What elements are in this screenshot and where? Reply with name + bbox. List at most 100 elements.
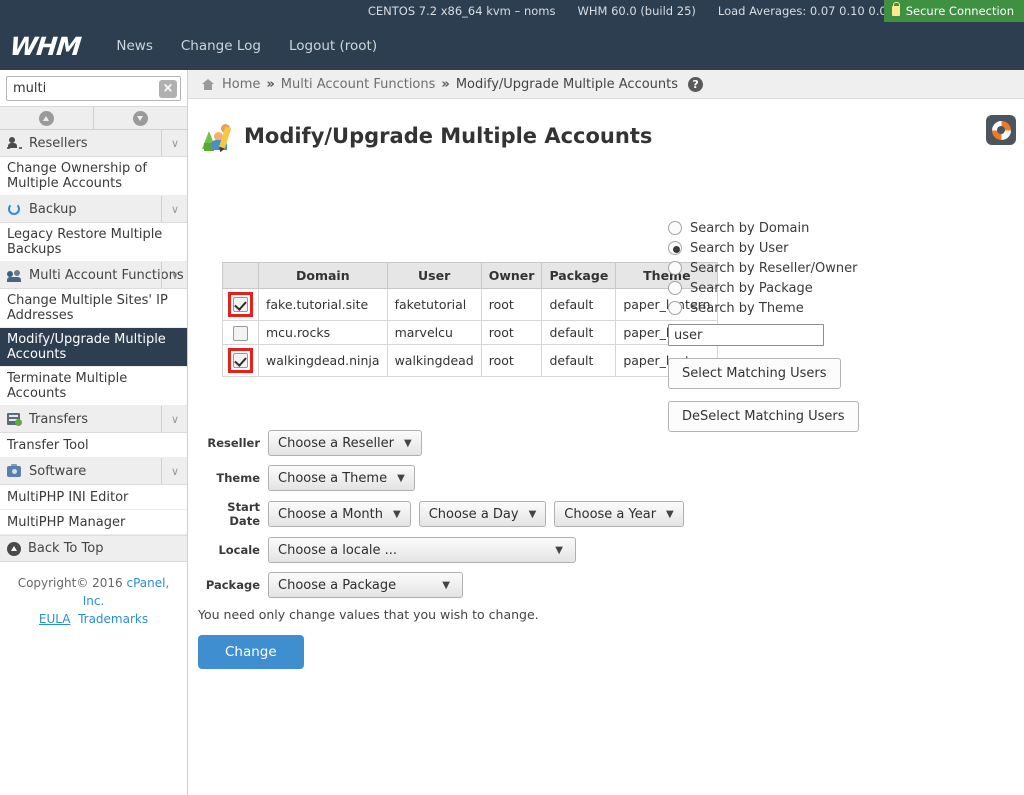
search-mode-radio-group: Search by Domain Search by User Search by … bbox=[668, 218, 859, 318]
month-select[interactable]: Choose a Month ▼ bbox=[268, 501, 411, 527]
sidebar-category-software[interactable]: Software ∨ bbox=[0, 458, 187, 485]
radio-search-by-reseller-owner[interactable]: Search by Reseller/Owner bbox=[668, 258, 859, 278]
sidebar-item-label: Modify/Upgrade Multiple Accounts bbox=[7, 332, 166, 362]
chevron-down-icon: ▼ bbox=[404, 437, 412, 449]
sidebar-search-row: × bbox=[0, 70, 187, 106]
reseller-row: Reseller Choose a Reseller ▼ bbox=[198, 430, 692, 456]
transfers-icon bbox=[7, 412, 23, 426]
table-row: walkingdead.ninja walkingdead root default p… bbox=[222, 344, 719, 377]
chevron-down-icon: ∨ bbox=[160, 262, 179, 288]
sidebar-category-transfers[interactable]: Transfers ∨ bbox=[0, 406, 187, 433]
column-header-user: User bbox=[386, 262, 482, 289]
match-input[interactable] bbox=[668, 324, 824, 346]
chevron-down-icon: ∨ bbox=[160, 458, 179, 484]
nav-link-news[interactable]: News bbox=[102, 32, 166, 60]
arrow-up-circle-icon bbox=[7, 541, 21, 556]
cell-owner: root bbox=[480, 288, 543, 321]
multi-account-icon bbox=[7, 268, 23, 282]
help-circle-icon[interactable]: ? bbox=[688, 76, 704, 92]
whm-logo[interactable]: WHM bbox=[8, 32, 81, 61]
cell-user: faketutorial bbox=[386, 288, 482, 321]
theme-select-value: Choose a Theme bbox=[278, 470, 388, 486]
chevron-down-icon: ∨ bbox=[160, 196, 179, 222]
sidebar-item-legacy-restore-multiple-backups[interactable]: Legacy Restore Multiple Backups bbox=[0, 223, 187, 262]
column-header-owner: Owner bbox=[480, 262, 543, 289]
eula-link[interactable]: EULA bbox=[39, 612, 71, 626]
breadcrumb-section[interactable]: Multi Account Functions bbox=[281, 77, 436, 92]
theme-select[interactable]: Choose a Theme ▼ bbox=[268, 465, 415, 491]
radio-button[interactable] bbox=[668, 261, 682, 275]
highlight-annotation bbox=[228, 348, 253, 373]
cell-package: default bbox=[541, 320, 617, 345]
breadcrumb: Home » Multi Account Functions » Modify/… bbox=[188, 70, 1024, 99]
nav-link-change-log[interactable]: Change Log bbox=[167, 32, 275, 60]
sidebar-category-backup[interactable]: Backup ∨ bbox=[0, 196, 187, 223]
breadcrumb-home[interactable]: Home bbox=[222, 77, 260, 92]
radio-button[interactable] bbox=[668, 221, 682, 235]
radio-search-by-theme[interactable]: Search by Theme bbox=[668, 298, 859, 318]
radio-search-by-domain[interactable]: Search by Domain bbox=[668, 218, 859, 238]
change-button[interactable]: Change bbox=[198, 635, 304, 669]
radio-label: Search by Theme bbox=[690, 300, 804, 316]
trademarks-link[interactable]: Trademarks bbox=[78, 612, 148, 626]
package-select[interactable]: Choose a Package ▼ bbox=[268, 572, 463, 598]
sidebar-category-resellers[interactable]: Resellers ∨ bbox=[0, 130, 187, 157]
day-select[interactable]: Choose a Day ▼ bbox=[418, 501, 547, 527]
breadcrumb-separator-2: » bbox=[441, 76, 450, 92]
select-matching-users-button[interactable]: Select Matching Users bbox=[668, 358, 841, 389]
secure-connection-badge[interactable]: Secure Connection bbox=[883, 0, 1024, 22]
table-row: mcu.rocks marvelcu root default paper_lanter… bbox=[222, 320, 719, 345]
sidebar-item-transfer-tool[interactable]: Transfer Tool bbox=[0, 433, 187, 458]
close-icon[interactable]: × bbox=[159, 80, 177, 98]
breadcrumb-separator-1: » bbox=[266, 76, 275, 92]
sidebar-item-change-ownership-of-multiple-accounts[interactable]: Change Ownership of Multiple Accounts bbox=[0, 157, 187, 196]
reseller-select-value: Choose a Reseller bbox=[278, 435, 395, 451]
locale-select[interactable]: Choose a locale ... ▼ bbox=[268, 537, 576, 563]
copyright-text: Copyright© 2016 bbox=[17, 576, 127, 590]
form-hint: You need only change values that you wis… bbox=[198, 607, 539, 622]
sidebar-category-label: Resellers bbox=[29, 135, 88, 151]
radio-button[interactable] bbox=[668, 281, 682, 295]
column-header-select bbox=[222, 262, 259, 289]
sidebar-item-multiphp-ini-editor[interactable]: MultiPHP INI Editor bbox=[0, 485, 187, 510]
scroll-down-button[interactable] bbox=[94, 107, 187, 129]
theme-label: Theme bbox=[216, 471, 260, 485]
os-info: CENTOS 7.2 x86_64 kvm – noms bbox=[367, 4, 556, 18]
cell-owner: root bbox=[480, 344, 543, 377]
chevron-down-icon: ∨ bbox=[160, 130, 179, 156]
sidebar-item-modify-upgrade-multiple-accounts[interactable]: Modify/Upgrade Multiple Accounts bbox=[0, 328, 187, 367]
page-title: Modify/Upgrade Multiple Accounts bbox=[244, 124, 653, 148]
chevron-down-icon: ▼ bbox=[442, 579, 450, 591]
theme-row: Theme Choose a Theme ▼ bbox=[198, 465, 692, 491]
radio-button[interactable] bbox=[668, 301, 682, 315]
radio-search-by-user[interactable]: Search by User bbox=[668, 238, 859, 258]
account-checkbox[interactable] bbox=[233, 353, 248, 368]
chevron-down-icon: ∨ bbox=[160, 406, 179, 432]
search-options-panel: Search by Domain Search by User Search by … bbox=[668, 218, 859, 432]
sidebar-category-multi-account-functions[interactable]: Multi Account Functions ∨ bbox=[0, 262, 187, 289]
radio-search-by-package[interactable]: Search by Package bbox=[668, 278, 859, 298]
home-icon bbox=[202, 78, 214, 90]
package-label: Package bbox=[205, 578, 260, 592]
nav-link-logout[interactable]: Logout (root) bbox=[275, 32, 391, 60]
server-info-group: CENTOS 7.2 x86_64 kvm – noms WHM 60.0 (b… bbox=[368, 0, 894, 22]
cell-user: marvelcu bbox=[386, 320, 482, 345]
reseller-select[interactable]: Choose a Reseller ▼ bbox=[268, 430, 422, 456]
account-checkbox[interactable] bbox=[233, 297, 248, 312]
deselect-matching-users-button[interactable]: DeSelect Matching Users bbox=[668, 401, 859, 432]
cell-package: default bbox=[541, 288, 617, 321]
radio-button[interactable] bbox=[668, 241, 682, 255]
year-select[interactable]: Choose a Year ▼ bbox=[554, 501, 684, 527]
sidebar-item-change-multiple-sites-ip-addresses[interactable]: Change Multiple Sites' IP Addresses bbox=[0, 289, 187, 328]
search-input[interactable] bbox=[7, 77, 180, 100]
sidebar-item-multiphp-manager[interactable]: MultiPHP Manager bbox=[0, 510, 187, 535]
sidebar-item-back-to-top[interactable]: Back To Top bbox=[0, 535, 187, 562]
sidebar-category-label: Software bbox=[29, 463, 87, 479]
account-checkbox[interactable] bbox=[233, 325, 248, 341]
main-content: Home » Multi Account Functions » Modify/… bbox=[188, 70, 1024, 795]
modify-form: Reseller Choose a Reseller ▼ Theme Choos… bbox=[198, 430, 692, 669]
year-select-value: Choose a Year bbox=[564, 506, 657, 522]
scroll-up-button[interactable] bbox=[0, 107, 94, 129]
sidebar-item-terminate-multiple-accounts[interactable]: Terminate Multiple Accounts bbox=[0, 367, 187, 406]
life-ring-icon[interactable] bbox=[986, 115, 1016, 145]
